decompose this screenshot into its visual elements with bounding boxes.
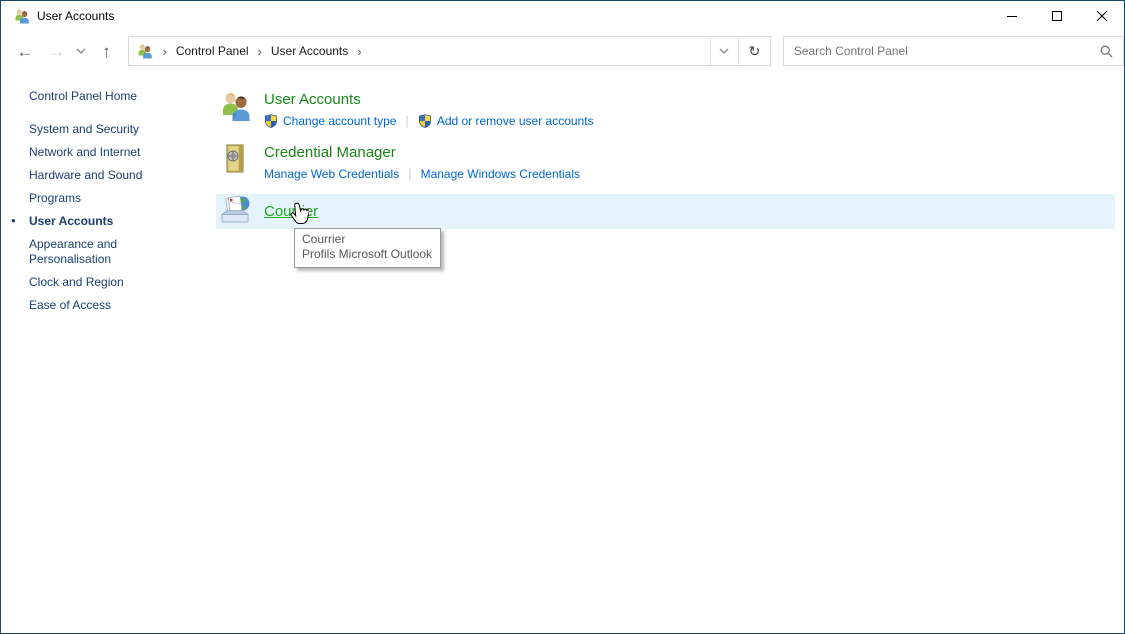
navigation-toolbar: ← → ↑ › Control Panel › User Accounts › … [1, 31, 1124, 71]
active-item-bullet: ● [11, 217, 16, 225]
sidebar-item-programs[interactable]: Programs [29, 191, 184, 206]
link-label: Add or remove user accounts [437, 114, 594, 128]
sidebar-item-user-accounts[interactable]: ●User Accounts [29, 214, 184, 229]
sidebar-item-label: User Accounts [29, 214, 113, 228]
tooltip-line2: Profils Microsoft Outlook [302, 247, 432, 262]
group-user-accounts: User Accounts Change account type | Add … [216, 90, 1115, 129]
group-credential-manager: Credential Manager Manage Web Credential… [216, 143, 1115, 182]
users-icon[interactable] [220, 90, 252, 129]
title-bar[interactable]: User Accounts [1, 1, 1124, 31]
manage-windows-credentials-link[interactable]: Manage Windows Credentials [421, 167, 580, 181]
manage-web-credentials-link[interactable]: Manage Web Credentials [264, 167, 399, 181]
breadcrumb-separator: › [258, 44, 262, 59]
breadcrumb-separator: › [162, 44, 166, 59]
courrier-link[interactable]: Courrier [264, 203, 318, 220]
breadcrumb-control-panel[interactable]: Control Panel [176, 44, 249, 58]
maximize-button[interactable] [1034, 1, 1079, 31]
up-button[interactable]: ↑ [95, 43, 119, 60]
safe-icon[interactable] [220, 143, 252, 182]
minimize-button[interactable] [989, 1, 1034, 31]
close-icon [1096, 10, 1108, 22]
address-bar[interactable]: › Control Panel › User Accounts › ↻ [128, 36, 770, 66]
sidebar-item-ease-of-access[interactable]: Ease of Access [29, 298, 184, 313]
user-accounts-title-link[interactable]: User Accounts [264, 90, 594, 109]
breadcrumb-separator: › [357, 44, 361, 59]
sidebar-item-network-and-internet[interactable]: Network and Internet [29, 145, 184, 160]
address-dropdown-button[interactable] [710, 37, 738, 65]
uac-shield-icon [418, 114, 432, 128]
window-body: Control Panel Home System and Security N… [1, 71, 1124, 321]
sidebar-item-control-panel-home[interactable]: Control Panel Home [29, 89, 184, 104]
main-content: User Accounts Change account type | Add … [216, 71, 1115, 229]
sidebar-item-clock-and-region[interactable]: Clock and Region [29, 275, 184, 290]
breadcrumb-user-accounts[interactable]: User Accounts [271, 44, 348, 58]
change-account-type-link[interactable]: Change account type [264, 114, 396, 128]
forward-button[interactable]: → [45, 43, 69, 60]
link-label: Change account type [283, 114, 396, 128]
credential-manager-title-link[interactable]: Credential Manager [264, 143, 580, 162]
mail-icon [219, 193, 251, 230]
uac-shield-icon [264, 114, 278, 128]
sidebar-item-system-and-security[interactable]: System and Security [29, 122, 184, 137]
maximize-icon [1052, 11, 1062, 21]
search-input[interactable] [794, 44, 1100, 58]
minimize-icon [1007, 16, 1017, 17]
chevron-down-icon [76, 48, 86, 54]
users-icon [137, 43, 153, 59]
tooltip-line1: Courrier [302, 232, 432, 247]
chevron-down-icon [719, 48, 729, 54]
window-title: User Accounts [37, 9, 114, 23]
mail-row-highlighted[interactable]: Courrier [216, 194, 1115, 229]
sidebar-item-hardware-and-sound[interactable]: Hardware and Sound [29, 168, 184, 183]
recent-pages-dropdown[interactable] [73, 48, 89, 54]
close-button[interactable] [1079, 1, 1124, 31]
back-button[interactable]: ← [13, 43, 37, 60]
sidebar-item-appearance-and-personalisation[interactable]: Appearance and Personalisation [29, 237, 184, 267]
tooltip: Courrier Profils Microsoft Outlook [294, 228, 441, 268]
magnifier-icon [1100, 45, 1113, 58]
add-or-remove-user-accounts-link[interactable]: Add or remove user accounts [418, 114, 594, 128]
sidebar: Control Panel Home System and Security N… [1, 71, 216, 321]
refresh-button[interactable]: ↻ [738, 37, 770, 65]
link-separator: | [408, 166, 411, 181]
user-accounts-window: User Accounts ← → ↑ › Control Panel › Us… [0, 0, 1125, 634]
link-label: Manage Web Credentials [264, 167, 399, 181]
link-label: Manage Windows Credentials [421, 167, 580, 181]
link-separator: | [405, 113, 408, 128]
users-icon [14, 8, 30, 24]
search-box[interactable] [783, 36, 1124, 66]
caption-buttons [989, 1, 1124, 31]
